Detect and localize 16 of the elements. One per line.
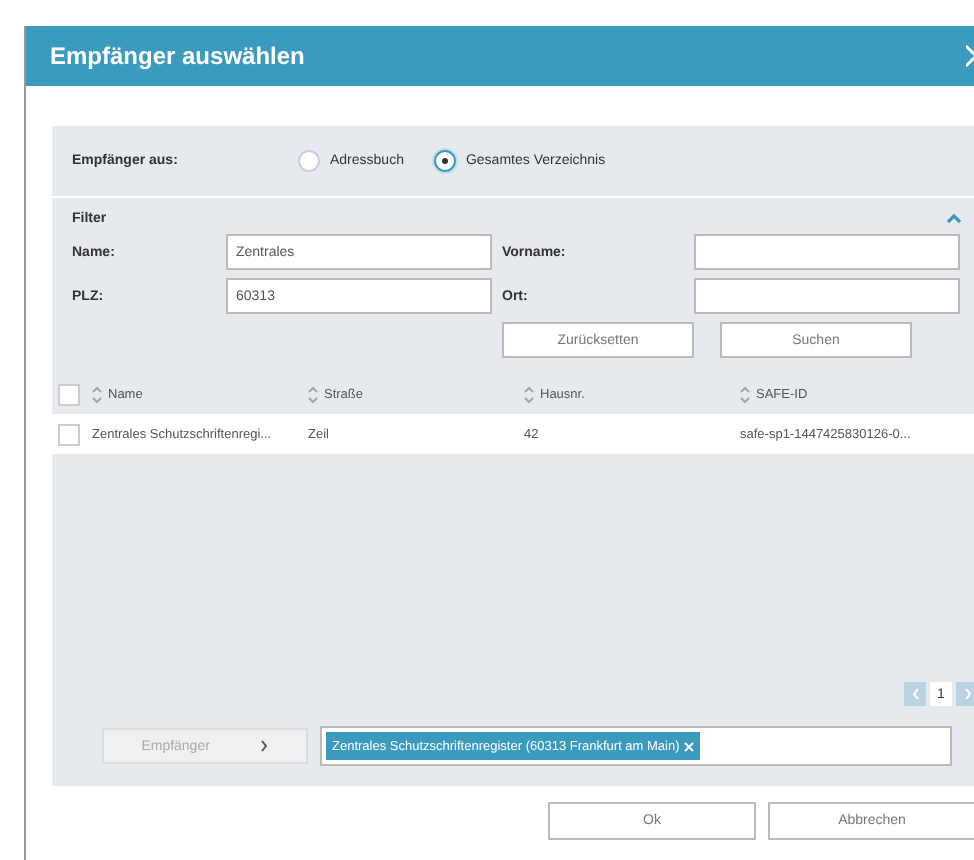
remove-icon[interactable] [683,741,694,751]
sort-icon [308,385,318,403]
chevron-left-icon [911,688,919,700]
next-page-button[interactable] [956,682,974,706]
checkbox[interactable] [58,383,80,405]
input-field[interactable] [694,234,960,270]
dialog-title: Empfänger auswählen [50,42,305,70]
checkbox[interactable] [58,423,80,445]
sort-icon [524,385,534,403]
input-field[interactable] [694,278,960,314]
chevron-right-icon [260,740,269,752]
chevron-icon[interactable] [946,212,962,224]
previous-page-button[interactable] [904,682,926,706]
sort-icon [92,385,102,403]
chevron-right-icon [963,688,971,700]
sort-icon [740,385,750,403]
